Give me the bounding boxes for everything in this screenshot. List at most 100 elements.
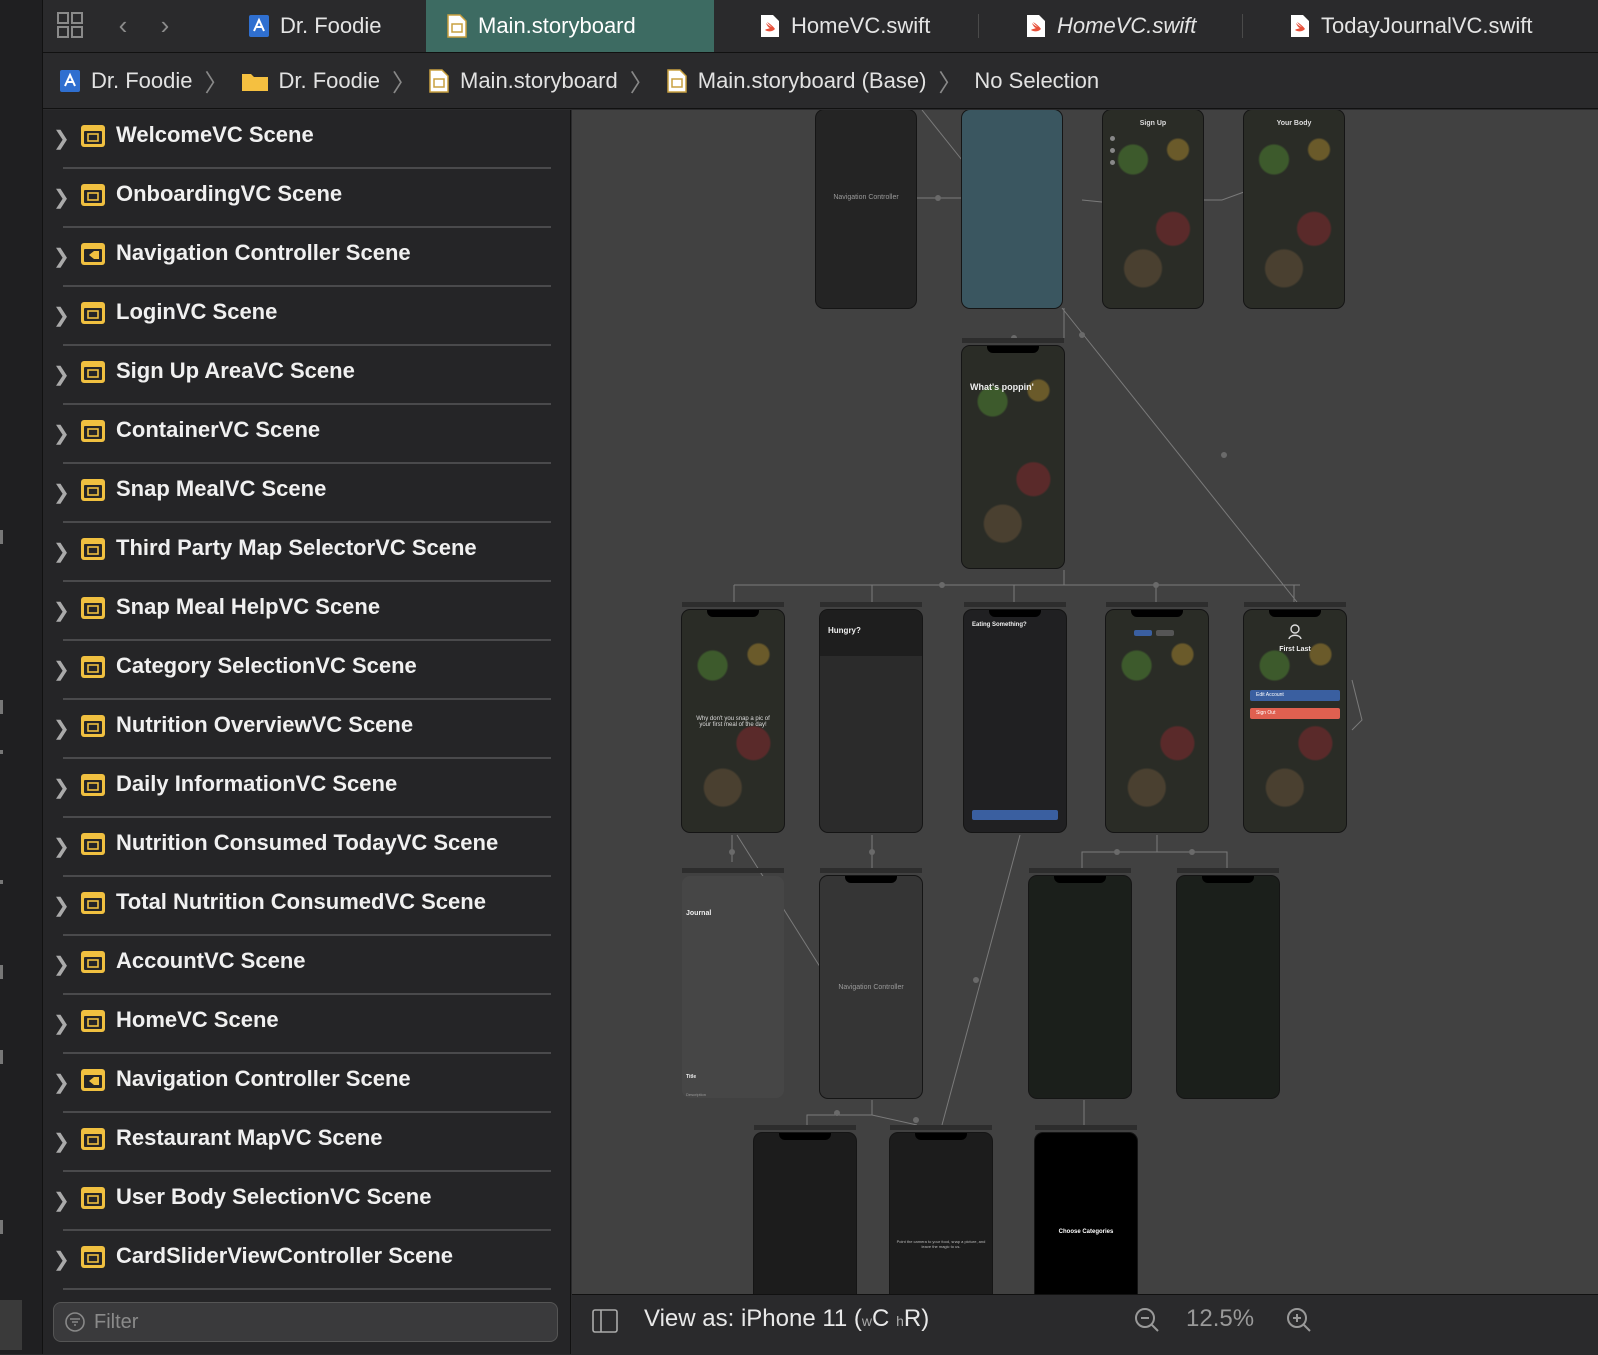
vc-restaurant-map[interactable] [754, 1133, 856, 1294]
disclosure-chevron-icon[interactable]: ❯ [53, 421, 70, 446]
breadcrumb-folder[interactable]: Dr. Foodie [241, 68, 380, 94]
scene-row[interactable]: ❯ Navigation Controller Scene [43, 1054, 570, 1113]
device-notch [987, 346, 1039, 353]
project-icon [249, 15, 269, 37]
scene-row[interactable]: ❯ Daily InformationVC Scene [43, 759, 570, 818]
scene-row[interactable]: ❯ Sign Up AreaVC Scene [43, 346, 570, 405]
vc-total-nutrition[interactable] [1177, 876, 1279, 1098]
vc-your-body[interactable]: Your Body [1244, 110, 1344, 308]
back-chevron-icon[interactable]: ‹ [111, 12, 135, 38]
scene-row[interactable]: ❯ CardSliderViewController Scene [43, 1231, 570, 1290]
disclosure-chevron-icon[interactable]: ❯ [53, 598, 70, 623]
scene-row[interactable]: ❯ AccountVC Scene [43, 936, 570, 995]
scene-label: OnboardingVC Scene [116, 181, 343, 206]
disclosure-chevron-icon[interactable]: ❯ [53, 952, 70, 977]
vc-navigation-controller-2[interactable]: Navigation Controller [820, 876, 922, 1098]
scene-icon [81, 125, 105, 147]
scene-row[interactable]: ❯ Nutrition Consumed TodayVC Scene [43, 818, 570, 877]
vc-choose-categories[interactable]: Choose Categories [1035, 1133, 1137, 1294]
disclosure-chevron-icon[interactable]: ❯ [53, 303, 70, 328]
tab-project[interactable]: Dr. Foodie [228, 0, 426, 52]
disclosure-chevron-icon[interactable]: ❯ [53, 775, 70, 800]
vc-category-hungry[interactable]: Hungry? [820, 610, 922, 832]
scene-row[interactable]: ❯ ContainerVC Scene [43, 405, 570, 464]
disclosure-chevron-icon[interactable]: ❯ [53, 126, 70, 151]
breadcrumb-storyboard[interactable]: Main.storyboard [428, 68, 618, 94]
vc-account[interactable]: First Last Edit Account Sign Out [1244, 610, 1346, 832]
zoom-level: 12.5% [1186, 1305, 1255, 1332]
scene-row[interactable]: ❯ Total Nutrition ConsumedVC Scene [43, 877, 570, 936]
vc-snap-meal[interactable]: Why don't you snap a pic of your first m… [682, 610, 784, 832]
filter-field[interactable]: Filter [53, 1302, 558, 1342]
swift-file-icon [761, 15, 779, 37]
disclosure-chevron-icon[interactable]: ❯ [53, 244, 70, 269]
vc-eating-something[interactable]: Eating Something? [964, 610, 1066, 832]
disclosure-chevron-icon[interactable]: ❯ [53, 185, 70, 210]
scene-label: Restaurant MapVC Scene [116, 1125, 383, 1150]
scene-row[interactable]: ❯ Snap Meal HelpVC Scene [43, 582, 570, 641]
tab-label: HomeVC.swift [791, 13, 931, 38]
person-icon [1288, 624, 1302, 640]
tab-homevc-swift-preview[interactable]: HomeVC.swift [1005, 0, 1243, 52]
disclosure-chevron-icon[interactable]: ❯ [53, 657, 70, 682]
scene-label: WelcomeVC Scene [116, 122, 314, 147]
scene-row[interactable]: ❯ Restaurant MapVC Scene [43, 1113, 570, 1172]
breadcrumb-storyboard-base[interactable]: Main.storyboard (Base) [666, 68, 926, 94]
vc-navigation-controller[interactable]: Navigation Controller [816, 110, 916, 308]
storyboard-canvas[interactable]: Navigation Controller Sign Up Your Body … [572, 110, 1598, 1294]
zoom-in-icon[interactable] [1286, 1307, 1312, 1333]
zoom-out-icon[interactable] [1134, 1307, 1160, 1333]
vc-nutrition-overview[interactable] [1029, 876, 1131, 1098]
forward-chevron-icon[interactable]: › [153, 12, 177, 38]
scene-row[interactable]: ❯ HomeVC Scene [43, 995, 570, 1054]
scene-row[interactable]: ❯ WelcomeVC Scene [43, 110, 570, 169]
disclosure-chevron-icon[interactable]: ❯ [53, 539, 70, 564]
storyboard-file-icon [447, 14, 467, 38]
view-as-device-button[interactable]: View as: iPhone 11 (wC hR) [644, 1305, 929, 1333]
scene-row[interactable]: ❯ LoginVC Scene [43, 287, 570, 346]
scene-row[interactable]: ❯ Navigation Controller Scene [43, 228, 570, 287]
toggle-outline-icon[interactable] [592, 1309, 618, 1333]
scene-label: Sign Up AreaVC Scene [116, 358, 355, 383]
scene-row[interactable]: ❯ OnboardingVC Scene [43, 169, 570, 228]
field-bullet-icon [1110, 136, 1115, 141]
breadcrumb-project[interactable]: Dr. Foodie [59, 68, 193, 94]
scene-row[interactable]: ❯ Third Party Map SelectorVC Scene [43, 523, 570, 582]
disclosure-chevron-icon[interactable]: ❯ [53, 1188, 70, 1213]
vc-container[interactable]: What's poppin' [962, 346, 1064, 568]
disclosure-chevron-icon[interactable]: ❯ [53, 480, 70, 505]
tab-main-storyboard[interactable]: Main.storyboard [426, 0, 714, 52]
vc-primary-button [972, 810, 1058, 820]
disclosure-chevron-icon[interactable]: ❯ [53, 834, 70, 859]
scene-label: Snap Meal HelpVC Scene [116, 594, 381, 619]
scene-row[interactable]: ❯ Nutrition OverviewVC Scene [43, 700, 570, 759]
related-items-grid-icon[interactable] [57, 12, 83, 38]
disclosure-chevron-icon[interactable]: ❯ [53, 362, 70, 387]
vc-snap-meal-help[interactable]: Point the camera to your food, snap a pi… [890, 1133, 992, 1294]
scene-label: Daily InformationVC Scene [116, 771, 398, 796]
vc-sign-up[interactable]: Sign Up [1103, 110, 1203, 308]
scene-row[interactable]: ❯ User Body SelectionVC Scene [43, 1172, 570, 1231]
scene-dock [962, 338, 1064, 343]
vc-journal[interactable]: Journal Title Description [682, 876, 784, 1098]
breadcrumb: Dr. Foodie 〉 Dr. Foodie 〉 Main.storyboar… [43, 53, 1598, 109]
breadcrumb-separator-icon: 〉 [204, 70, 229, 97]
strip-scroll-thumb[interactable] [0, 1300, 22, 1350]
disclosure-chevron-icon[interactable]: ❯ [53, 1247, 70, 1272]
scene-row[interactable]: ❯ Snap MealVC Scene [43, 464, 570, 523]
left-edge-strip [0, 0, 43, 1354]
breadcrumb-no-selection[interactable]: No Selection [974, 68, 1099, 94]
disclosure-chevron-icon[interactable]: ❯ [53, 716, 70, 741]
disclosure-chevron-icon[interactable]: ❯ [53, 1129, 70, 1154]
disclosure-chevron-icon[interactable]: ❯ [53, 1070, 70, 1095]
strip-marker [0, 530, 3, 544]
disclosure-chevron-icon[interactable]: ❯ [53, 893, 70, 918]
vc-today-journal[interactable] [1106, 610, 1208, 832]
tab-todayjournalvc-swift[interactable]: TodayJournalVC.swift [1269, 0, 1598, 52]
scene-label: Nutrition Consumed TodayVC Scene [116, 830, 499, 855]
disclosure-chevron-icon[interactable]: ❯ [53, 1011, 70, 1036]
tab-homevc-swift[interactable]: HomeVC.swift [739, 0, 979, 52]
vc-onboarding[interactable] [962, 110, 1062, 308]
tab-separator [1242, 14, 1243, 38]
scene-row[interactable]: ❯ Category SelectionVC Scene [43, 641, 570, 700]
